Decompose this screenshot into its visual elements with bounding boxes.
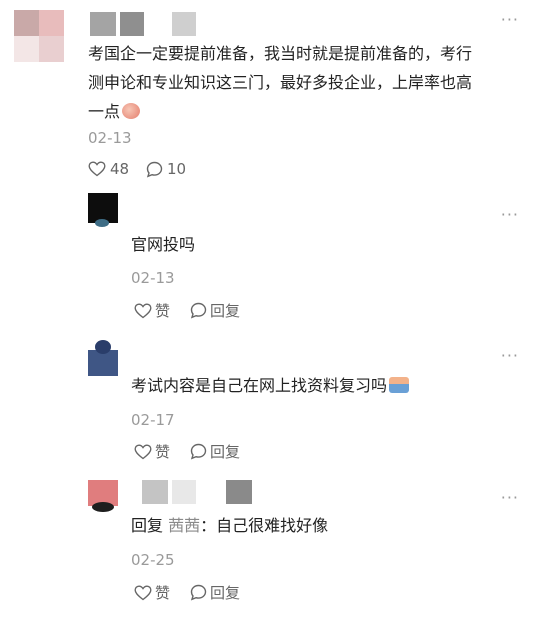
- reply-label: 回复: [210, 302, 241, 320]
- like-button[interactable]: 48: [88, 160, 129, 178]
- reply-body: ：自己很难找好像: [200, 516, 329, 535]
- comment-line: 考国企一定要提前准备，我当时就是提前准备的，考行: [88, 44, 473, 63]
- avatar[interactable]: [88, 480, 118, 514]
- avatar[interactable]: [88, 193, 118, 229]
- studying-emoji: [389, 377, 410, 393]
- more-options-button[interactable]: ···: [501, 348, 519, 364]
- mention-link[interactable]: 茜茜: [168, 516, 200, 535]
- comment-bubble-icon: [190, 302, 207, 319]
- like-label: 赞: [155, 584, 171, 602]
- comment-line: 一点: [88, 97, 528, 126]
- comment-bubble-icon: [190, 443, 207, 460]
- reply-text: 官网投吗: [131, 235, 196, 254]
- avatar[interactable]: [14, 10, 64, 62]
- more-options-button[interactable]: ···: [501, 490, 519, 506]
- reply-label: 回复: [210, 584, 241, 602]
- like-count: 48: [110, 160, 130, 178]
- comment-date: 02-13: [88, 129, 132, 147]
- cheeky-face-emoji: [122, 103, 141, 119]
- avatar[interactable]: [88, 340, 118, 376]
- like-button[interactable]: 赞: [134, 582, 170, 603]
- reply-date: 02-13: [131, 269, 175, 287]
- heart-icon: [134, 302, 152, 318]
- reply-button[interactable]: 回复: [190, 582, 240, 603]
- heart-icon: [134, 584, 152, 600]
- comment-button[interactable]: 10: [146, 160, 186, 178]
- reply-button[interactable]: 回复: [190, 300, 240, 321]
- heart-icon: [134, 443, 152, 459]
- more-options-button[interactable]: ···: [501, 12, 519, 28]
- comment-count: 10: [167, 160, 187, 178]
- more-options-button[interactable]: ···: [501, 207, 519, 223]
- comment-text: 考国企一定要提前准备，我当时就是提前准备的，考行 测申论和专业知识这三门，最好多…: [88, 39, 528, 126]
- like-label: 赞: [155, 302, 171, 320]
- reply-date: 02-17: [131, 411, 175, 429]
- reply-button[interactable]: 回复: [190, 441, 240, 462]
- reply-text: 考试内容是自己在网上找资料复习吗: [131, 371, 410, 400]
- username[interactable]: [90, 12, 196, 36]
- like-button[interactable]: 赞: [134, 300, 170, 321]
- comment-bubble-icon: [146, 161, 163, 177]
- comment-bubble-icon: [190, 584, 207, 601]
- reply-date: 02-25: [131, 551, 175, 569]
- reply-text: 回复 茜茜：自己很难找好像: [131, 511, 328, 540]
- like-label: 赞: [155, 443, 171, 461]
- like-button[interactable]: 赞: [134, 441, 170, 462]
- heart-icon: [88, 161, 106, 177]
- reply-prefix: 回复: [131, 516, 164, 535]
- username[interactable]: [142, 480, 252, 504]
- reply-label: 回复: [210, 443, 241, 461]
- comment-line: 测申论和专业知识这三门，最好多投企业，上岸率也高: [88, 73, 473, 92]
